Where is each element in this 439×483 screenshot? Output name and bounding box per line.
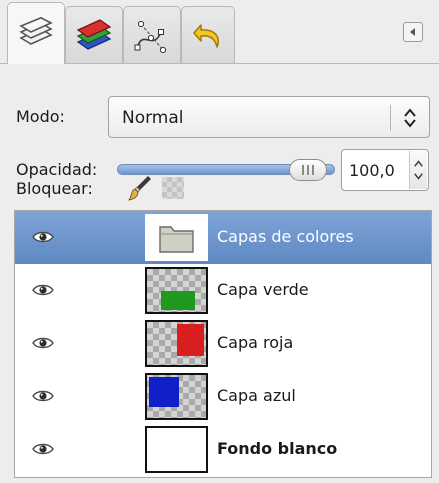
grip-line [302, 165, 304, 175]
mode-value: Normal [122, 108, 184, 128]
paths-icon [134, 20, 167, 53]
opacity-label: Opacidad: [16, 160, 98, 179]
blue-fill [149, 377, 179, 407]
visibility-eye-icon[interactable] [31, 281, 55, 299]
opacity-value: 100,0 [349, 161, 395, 180]
mode-dropdown[interactable]: Normal [108, 96, 430, 138]
updown-arrows-icon [404, 108, 416, 128]
opacity-slider-handle[interactable] [289, 159, 327, 181]
layer-thumbnail[interactable] [145, 267, 208, 314]
layer-row[interactable]: Fondo blanco [15, 423, 431, 476]
layer-thumbnail[interactable] [145, 426, 208, 473]
lock-label: Bloquear: [16, 179, 93, 198]
layer-name: Fondo blanco [217, 439, 338, 458]
visibility-eye-icon[interactable] [31, 228, 55, 246]
tab-undo-history[interactable] [181, 6, 235, 64]
layer-name: Capa roja [217, 333, 294, 352]
layers-dialog: Modo: Normal Opacidad: 100,0 Bloquear: C… [0, 0, 439, 483]
layer-row[interactable]: Capa verde [15, 264, 431, 317]
folder-icon [159, 226, 194, 253]
red-fill [177, 324, 204, 356]
visibility-eye-icon[interactable] [31, 387, 55, 405]
layer-name: Capa azul [217, 386, 296, 405]
layer-row[interactable]: Capas de colores [15, 211, 431, 264]
layer-row[interactable]: Capa azul [15, 370, 431, 423]
paintbrush-lock-icon[interactable] [128, 174, 152, 202]
layer-thumbnail[interactable] [145, 320, 208, 367]
channels-icon [76, 18, 112, 50]
tab-layers[interactable] [7, 2, 65, 64]
tab-paths[interactable] [123, 6, 181, 64]
dock-tab-strip [0, 0, 439, 64]
grip-line [312, 165, 314, 175]
tab-channels[interactable] [65, 6, 123, 64]
undo-history-icon [193, 23, 219, 48]
layers-icon [19, 16, 53, 45]
opacity-spinbutton[interactable]: 100,0 [341, 149, 429, 191]
alpha-lock-icon[interactable] [162, 177, 184, 199]
layer-name: Capas de colores [217, 227, 354, 246]
layer-row[interactable]: Capa roja [15, 317, 431, 370]
tab-divider [0, 63, 439, 64]
layer-name: Capa verde [217, 280, 309, 299]
layer-thumbnail[interactable] [145, 373, 208, 420]
spin-arrows-icon[interactable] [409, 151, 427, 189]
visibility-eye-icon[interactable] [31, 440, 55, 458]
tab-menu-button[interactable] [403, 22, 423, 42]
tab-menu-arrow-icon [410, 28, 415, 36]
mode-label: Modo: [16, 107, 65, 126]
mode-dropdown-separator [390, 105, 391, 131]
layer-list: Capas de colores Capa verde Capa roja Capa … [14, 210, 432, 478]
green-fill [161, 291, 195, 310]
layer-thumbnail[interactable] [145, 214, 208, 261]
grip-line [307, 165, 309, 175]
visibility-eye-icon[interactable] [31, 334, 55, 352]
